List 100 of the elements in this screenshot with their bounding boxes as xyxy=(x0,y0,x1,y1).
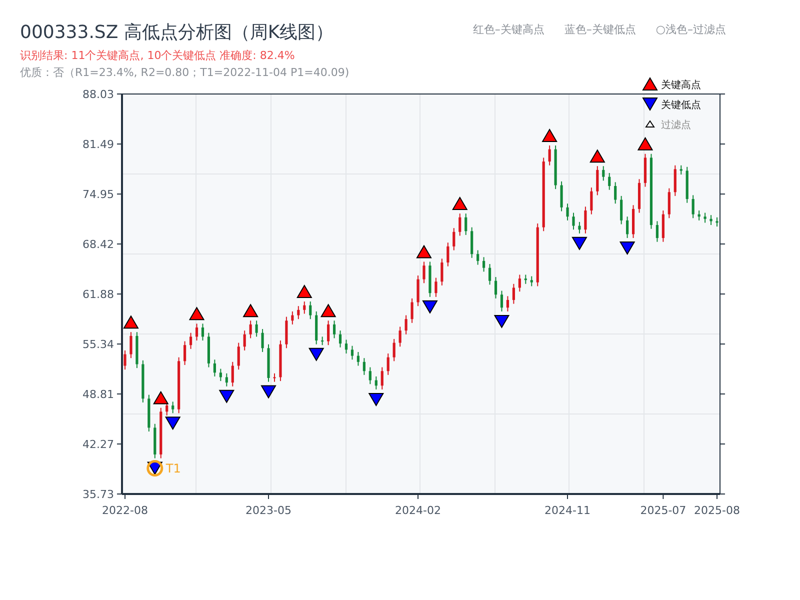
y-axis-label: 55.34 xyxy=(82,338,114,352)
candlestick xyxy=(476,250,480,266)
candlestick xyxy=(267,344,270,382)
candlestick xyxy=(458,213,462,236)
high-point-legend-icon xyxy=(642,77,658,90)
candlestick xyxy=(704,212,706,224)
candlestick xyxy=(130,332,132,359)
candlestick xyxy=(698,210,700,221)
candlestick xyxy=(554,144,557,190)
candlestick xyxy=(160,407,162,459)
candlestick xyxy=(620,195,623,225)
high-point-marker xyxy=(416,244,432,258)
high-point-marker xyxy=(542,128,558,142)
candlestick xyxy=(386,353,390,376)
candlestick xyxy=(506,296,509,312)
candlestick xyxy=(500,290,504,312)
candlestick xyxy=(638,178,641,214)
candlestick xyxy=(303,301,306,314)
candlestick xyxy=(716,216,718,228)
low-point-marker xyxy=(494,314,510,328)
y-axis-label: 35.73 xyxy=(82,488,114,501)
high-point-marker xyxy=(242,304,258,318)
y-axis-label: 48.81 xyxy=(82,388,114,401)
x-axis-label: 2023-05 xyxy=(246,504,292,517)
candlestick xyxy=(291,310,294,325)
candlestick xyxy=(596,166,599,196)
candlestick xyxy=(398,326,402,348)
candlestick xyxy=(674,164,676,196)
candlestick xyxy=(488,264,492,286)
low-point-marker xyxy=(422,300,438,314)
candlestick xyxy=(225,372,228,387)
high-point-marker xyxy=(296,284,312,298)
chart-title: 000333.SZ 高低点分析图（周K线图） xyxy=(20,21,335,44)
candlestick xyxy=(273,372,276,382)
candlestick xyxy=(656,220,658,242)
candlestick xyxy=(530,276,533,287)
candlestick xyxy=(578,221,581,234)
candlestick xyxy=(201,323,204,341)
candlestick xyxy=(572,212,575,230)
candlestick xyxy=(494,276,498,299)
candlestick xyxy=(632,204,635,239)
high-point-marker xyxy=(637,136,654,150)
candlestick xyxy=(136,332,138,369)
candlestick xyxy=(380,366,384,390)
candlestick xyxy=(482,256,486,272)
candlestick xyxy=(686,166,688,204)
candlestick xyxy=(362,358,366,376)
high-point-marker xyxy=(188,306,205,320)
candlestick xyxy=(344,339,348,354)
candlestick xyxy=(626,216,629,239)
candlestick xyxy=(321,336,324,346)
candlestick xyxy=(148,394,150,432)
low-point-marker xyxy=(164,416,181,430)
candlestick xyxy=(207,332,210,368)
candlestick xyxy=(584,206,587,234)
y-axis-label: 42.27 xyxy=(82,438,114,451)
candlestick xyxy=(392,338,396,362)
x-axis-label: 2024-02 xyxy=(395,504,441,517)
candlestick xyxy=(213,359,216,377)
y-axis-label: 68.42 xyxy=(82,238,114,251)
candlestick xyxy=(333,320,336,339)
candlestick xyxy=(178,356,180,414)
candlestick xyxy=(524,274,527,284)
candlestick xyxy=(285,316,288,349)
candlestick xyxy=(374,376,378,390)
quality-summary: 优质：否（R1=23.4%, R2=0.80；T1=2022-11-04 P1=40.09) xyxy=(20,65,350,80)
candlestick xyxy=(680,164,682,176)
candlestick xyxy=(368,366,372,385)
x-axis-label: 2024-11 xyxy=(544,504,590,517)
color-key-text: ○浅色–过滤点 xyxy=(656,22,726,37)
candlestick xyxy=(566,203,569,221)
y-axis-label: 81.49 xyxy=(82,138,114,152)
filtered-point-legend-icon xyxy=(645,120,655,128)
candlestick xyxy=(464,213,468,236)
candlestick xyxy=(692,194,694,219)
candlestick xyxy=(452,228,456,251)
candlestick xyxy=(590,187,593,215)
candlestick xyxy=(166,401,168,416)
candlestick xyxy=(668,188,670,219)
high-point-marker xyxy=(320,304,336,318)
candlestick xyxy=(560,180,563,212)
low-point-marker xyxy=(619,242,636,255)
candlestick xyxy=(536,222,539,287)
candlestick xyxy=(662,210,664,242)
candlestick xyxy=(279,340,282,382)
candlestick xyxy=(428,261,432,298)
color-key-text: 红色–关键高点 xyxy=(472,22,544,37)
result-summary: 识别结果: 11个关键高点, 10个关键低点 准确度: 82.4% xyxy=(20,48,296,63)
candlestick xyxy=(644,153,647,188)
t1-label: T1 xyxy=(166,461,181,476)
candlestick xyxy=(548,144,551,166)
candlestick xyxy=(440,258,444,286)
candlestick xyxy=(434,277,438,298)
candlestick xyxy=(602,166,605,182)
candlestick xyxy=(446,242,450,267)
x-axis-label: 2025-08 xyxy=(694,504,740,517)
high-point-marker xyxy=(452,196,468,210)
y-axis-label: 88.03 xyxy=(82,88,114,101)
x-axis-label: 2025-07 xyxy=(640,504,686,517)
candlestick xyxy=(315,310,318,345)
